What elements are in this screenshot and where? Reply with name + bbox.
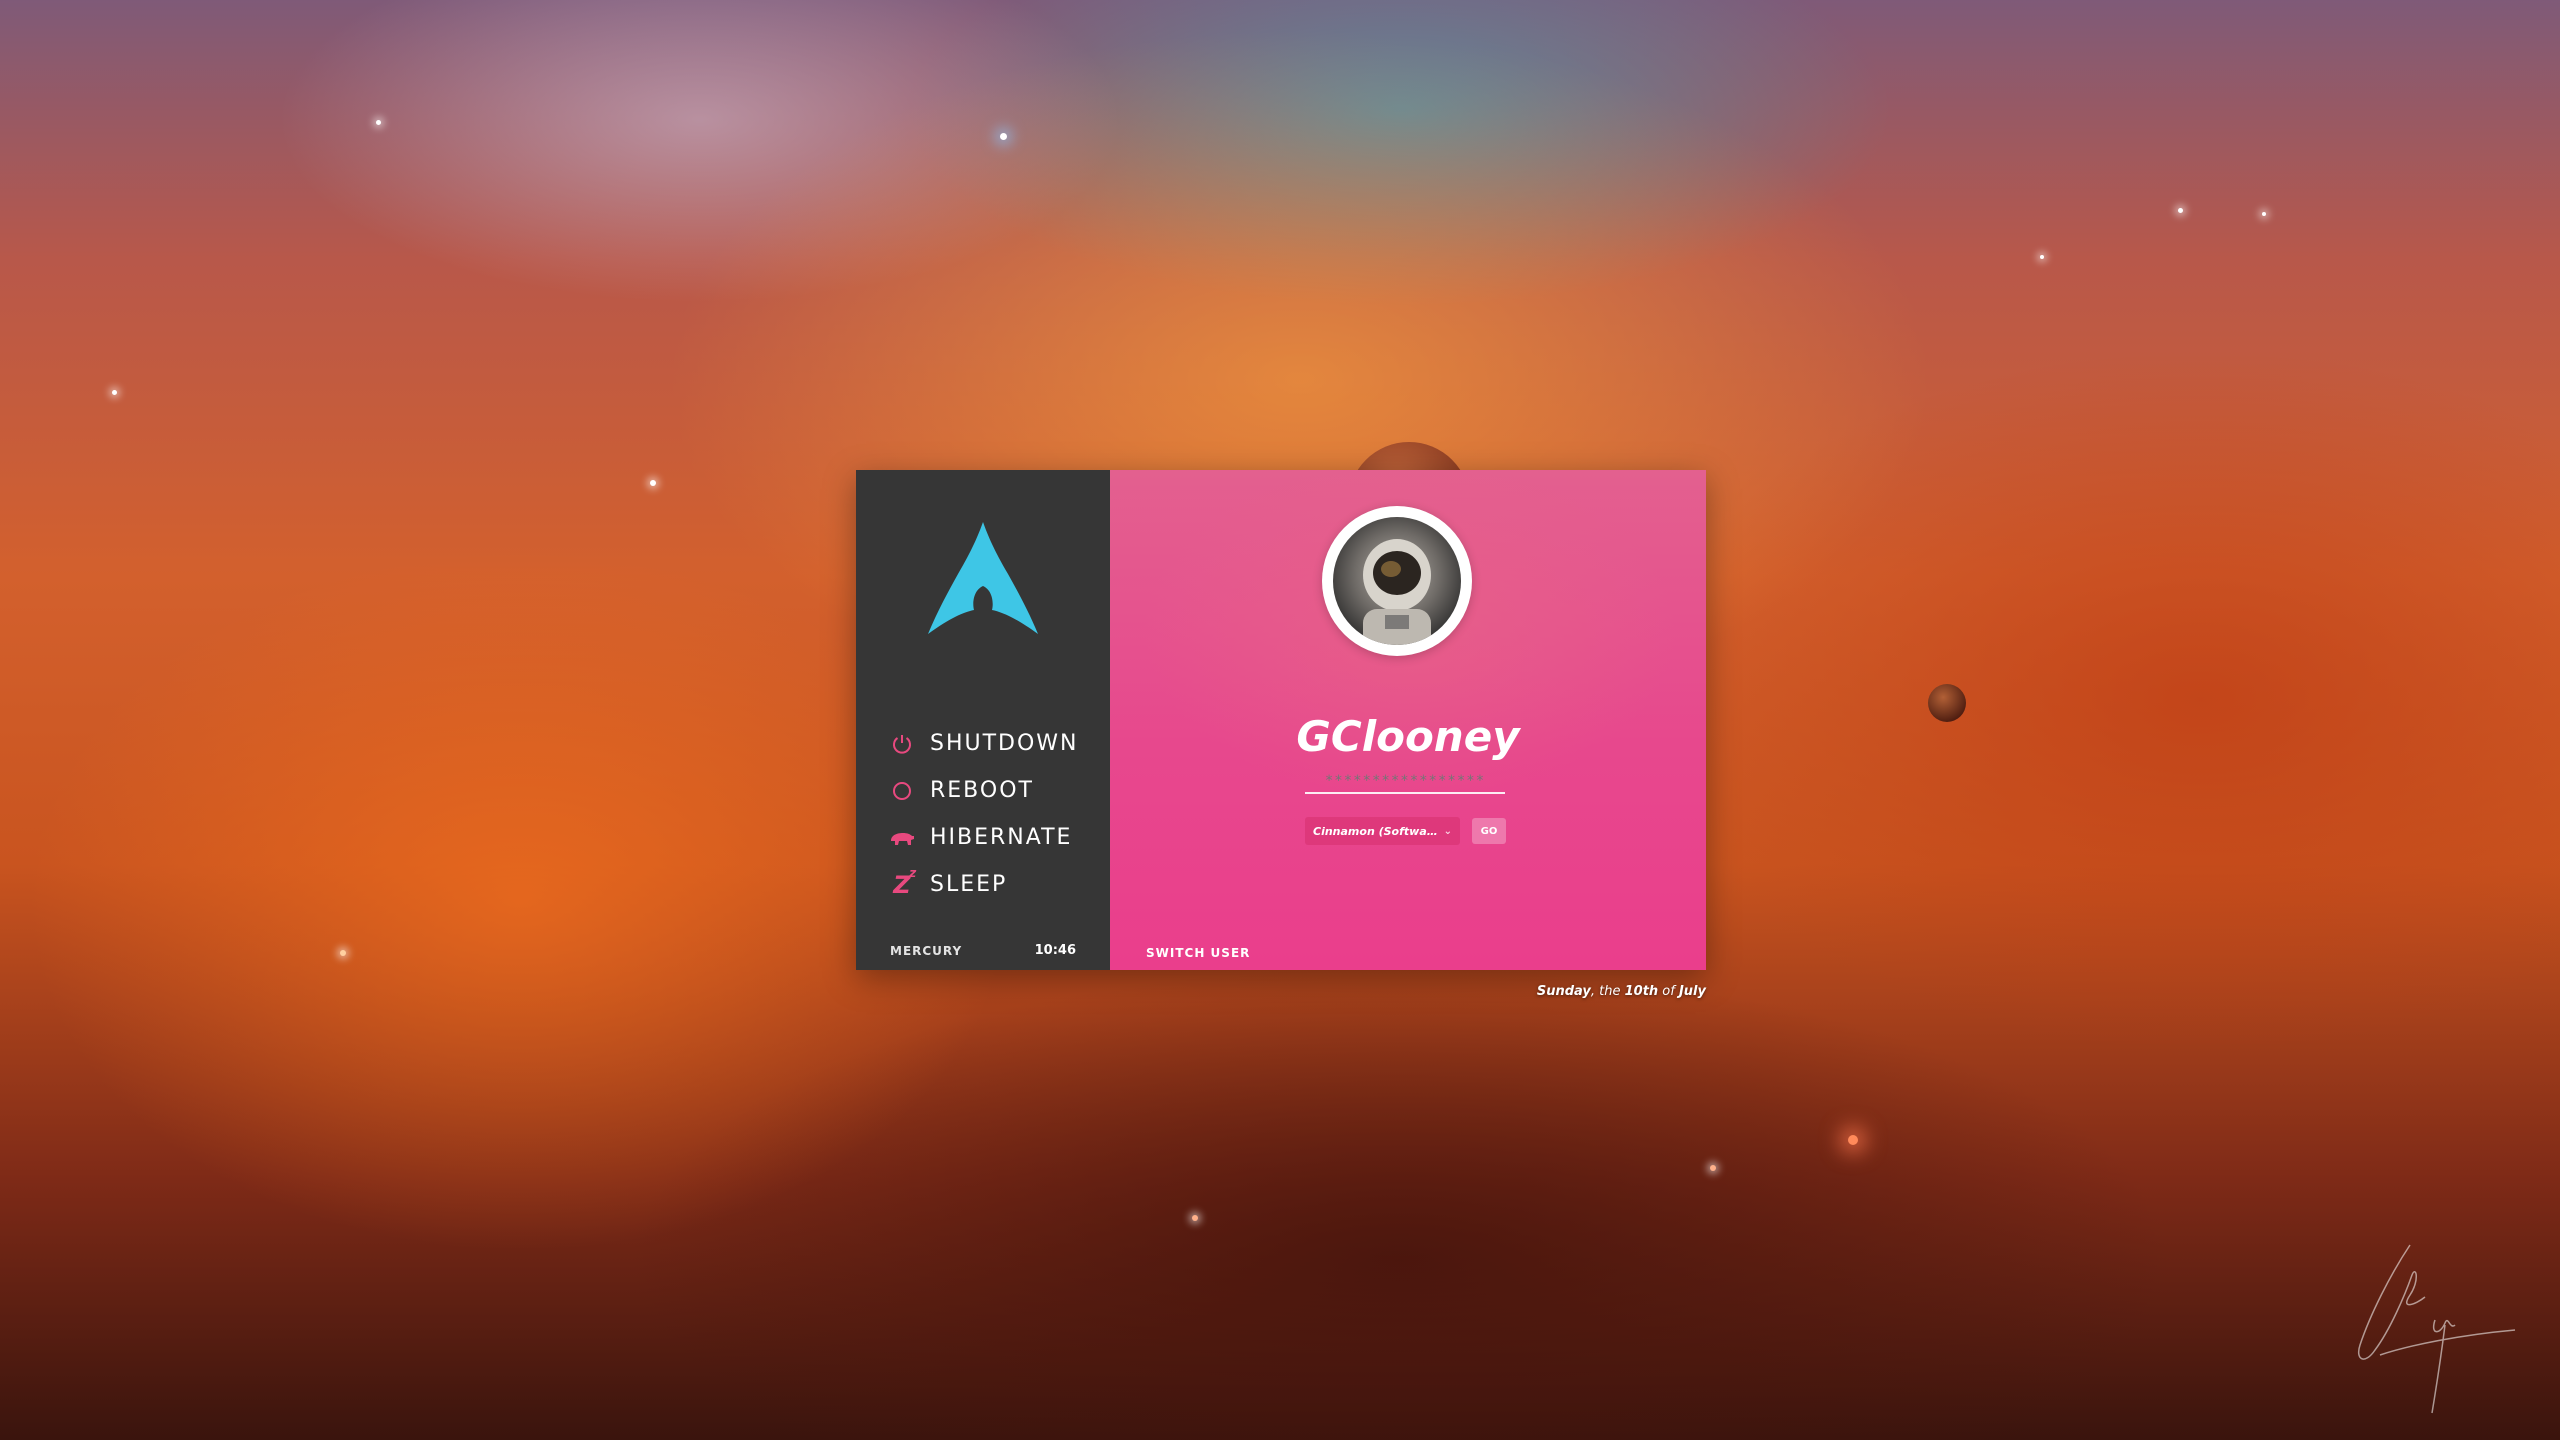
star [1848, 1135, 1858, 1145]
login-dialog: SHUTDOWN REBOOT HIBERNATE Z z SLEEP MERC… [856, 470, 1706, 970]
hostname: MERCURY [890, 944, 963, 958]
bear-icon [888, 824, 916, 852]
artist-signature [2358, 1244, 2516, 1414]
clock: 10:46 [1034, 943, 1076, 958]
arch-linux-logo-icon [928, 522, 1038, 634]
star [2262, 212, 2266, 216]
avatar[interactable] [1322, 506, 1472, 656]
session-label: Cinnamon (Softwa… [1313, 824, 1438, 838]
chevron-down-icon: ⌄ [1443, 825, 1452, 837]
star [1000, 133, 1007, 140]
reboot-circle-icon [888, 777, 916, 805]
star [1710, 1165, 1716, 1171]
shutdown-button[interactable]: SHUTDOWN [888, 720, 1079, 767]
hibernate-label: HIBERNATE [930, 825, 1073, 850]
star [650, 480, 656, 486]
star [2178, 208, 2183, 213]
date-of: of [1658, 984, 1679, 999]
reboot-button[interactable]: REBOOT [888, 767, 1079, 814]
date-day: 10th [1624, 984, 1659, 999]
login-panel: GClooney Cinnamon (Softwa… ⌄ GO SWITCH U… [1110, 470, 1706, 970]
zz-sleep-icon: Zz [893, 865, 917, 899]
astronaut-avatar-image [1333, 517, 1461, 645]
switch-user-button[interactable]: SWITCH USER [1146, 946, 1250, 960]
hibernate-button[interactable]: HIBERNATE [888, 814, 1079, 861]
star [340, 950, 346, 956]
sleep-button[interactable]: Zz SLEEP [888, 861, 1079, 908]
sleep-label: SLEEP [930, 872, 1008, 897]
star [376, 120, 381, 125]
date-month: July [1678, 984, 1706, 999]
date-the: , the [1590, 984, 1625, 999]
password-field[interactable] [1305, 770, 1505, 794]
session-select[interactable]: Cinnamon (Softwa… ⌄ [1305, 817, 1460, 845]
sidebar: SHUTDOWN REBOOT HIBERNATE Z z SLEEP MERC… [856, 470, 1110, 970]
star [112, 390, 117, 395]
reboot-label: REBOOT [930, 778, 1034, 803]
username: GClooney [1296, 712, 1520, 761]
power-icon [888, 730, 916, 758]
shutdown-label: SHUTDOWN [930, 731, 1079, 756]
go-button[interactable]: GO [1472, 818, 1506, 844]
planet-small [1928, 684, 1966, 722]
date-weekday: Sunday [1536, 984, 1591, 999]
power-options: SHUTDOWN REBOOT HIBERNATE Z z SLEEP [888, 720, 1079, 908]
star [1192, 1215, 1198, 1221]
date-display: Sunday, the 10th of July [1400, 984, 1706, 999]
star [2040, 255, 2044, 259]
